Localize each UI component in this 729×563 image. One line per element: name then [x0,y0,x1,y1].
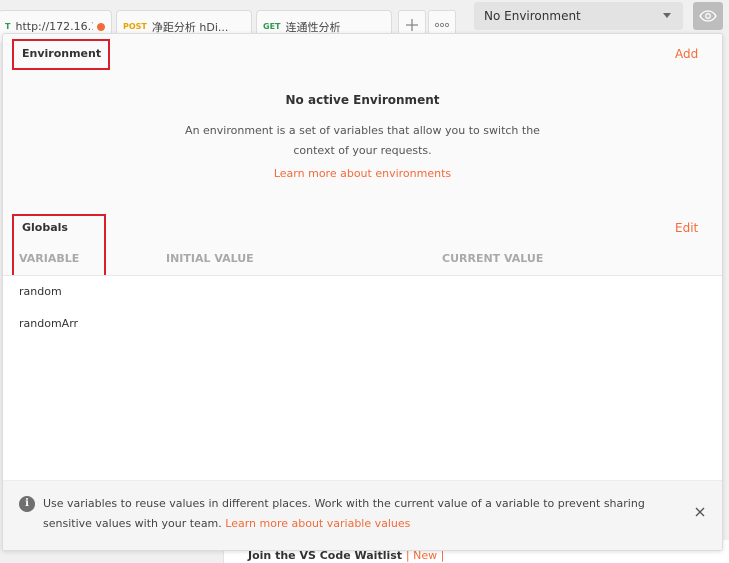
column-header-initial-value: INITIAL VALUE [166,252,254,265]
table-row: random [19,285,62,298]
edit-globals-button[interactable]: Edit [675,221,698,235]
method-label: POST [123,22,147,31]
description-line: An environment is a set of variables tha… [185,124,540,137]
info-text: Use variables to reuse values in differe… [43,494,683,534]
environment-quick-look-button[interactable] [693,2,723,30]
environment-selector-value: No Environment [484,9,581,23]
empty-state-title: No active Environment [285,93,440,107]
info-banner: i Use variables to reuse values in diffe… [3,480,722,550]
column-header-variable: VARIABLE [19,252,80,265]
method-label: T [5,22,11,31]
ellipsis-icon [434,22,450,28]
learn-link-text[interactable]: Learn more about environments [274,167,451,180]
chevron-down-icon [663,13,671,18]
method-label: GET [263,22,281,31]
environment-title: Environment [22,47,102,60]
environment-selector[interactable]: No Environment [474,2,683,30]
eye-icon [699,10,717,22]
column-header-current-value: CURRENT VALUE [442,252,544,265]
globals-title: Globals [22,221,68,234]
empty-state-description: An environment is a set of variables tha… [3,121,722,161]
info-icon: i [19,496,35,512]
environment-quick-look-panel: Environment Add No active Environment An… [2,33,723,551]
tab-title: http://172.16.1... [15,20,93,33]
info-text-line: Use variables to reuse values in differe… [43,497,645,510]
plus-icon [406,19,418,31]
description-line: context of your requests. [293,144,432,157]
info-text-line: sensitive values with your team. [43,517,222,530]
environment-section: Environment Add No active Environment An… [3,34,722,212]
close-icon [695,507,705,517]
add-environment-button[interactable]: Add [675,47,698,61]
table-row: randomArr [19,317,79,330]
unsaved-dot-icon [97,22,105,31]
learn-environments-link[interactable]: Learn more about environments [3,167,722,180]
learn-variable-values-link[interactable]: Learn more about variable values [225,517,410,530]
close-banner-button[interactable] [694,505,706,521]
